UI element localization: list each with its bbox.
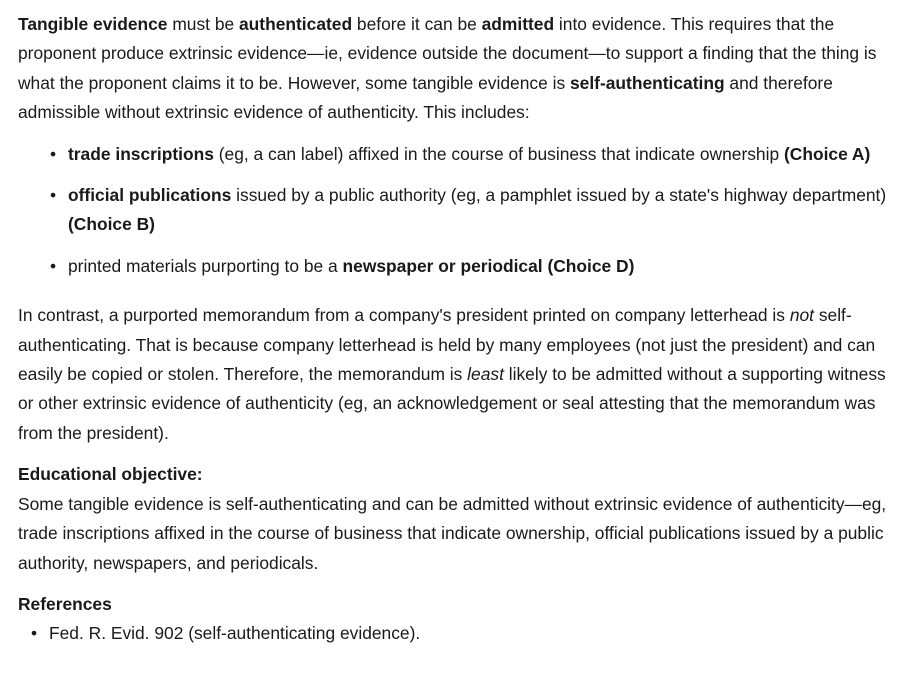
bullet-icon: •: [50, 143, 57, 164]
term-tangible-evidence: Tangible evidence: [18, 14, 168, 34]
educational-objective-heading: Educational objective:: [18, 464, 203, 485]
references-heading: References: [18, 593, 112, 614]
list-item: • official publications issued by a publi…: [18, 181, 898, 240]
list-item: • trade inscriptions (eg, a can label) af…: [18, 140, 898, 169]
reference-item: • Fed. R. Evid. 902 (self-authenticating …: [18, 619, 898, 648]
choice-label: (Choice D): [542, 255, 635, 276]
bullet-icon: •: [31, 623, 38, 644]
bullet-icon: •: [50, 255, 57, 276]
intro-paragraph: Tangible evidence must be authenticated …: [18, 14, 877, 123]
list-item: • printed materials purporting to be a ne…: [18, 252, 898, 281]
choice-label: (Choice A): [783, 143, 871, 164]
term-admitted: admitted: [481, 14, 555, 34]
self-authenticating-list: • trade inscriptions (eg, a can label) af…: [18, 140, 898, 282]
term-authenticated: authenticated: [239, 14, 353, 34]
term-self-authenticating: self-authenticating: [569, 72, 725, 93]
choice-label: (Choice B): [68, 214, 155, 235]
contrast-paragraph: In contrast, a purported memorandum from…: [18, 305, 886, 443]
educational-objective-text: Some tangible evidence is self-authentic…: [18, 493, 887, 573]
emphasis-least: least: [467, 364, 504, 385]
references-list: • Fed. R. Evid. 902 (self-authenticating …: [18, 619, 898, 648]
bullet-icon: •: [50, 185, 57, 206]
explanation-content: Tangible evidence must be authenticated …: [18, 10, 898, 649]
emphasis-not: not: [789, 305, 814, 326]
